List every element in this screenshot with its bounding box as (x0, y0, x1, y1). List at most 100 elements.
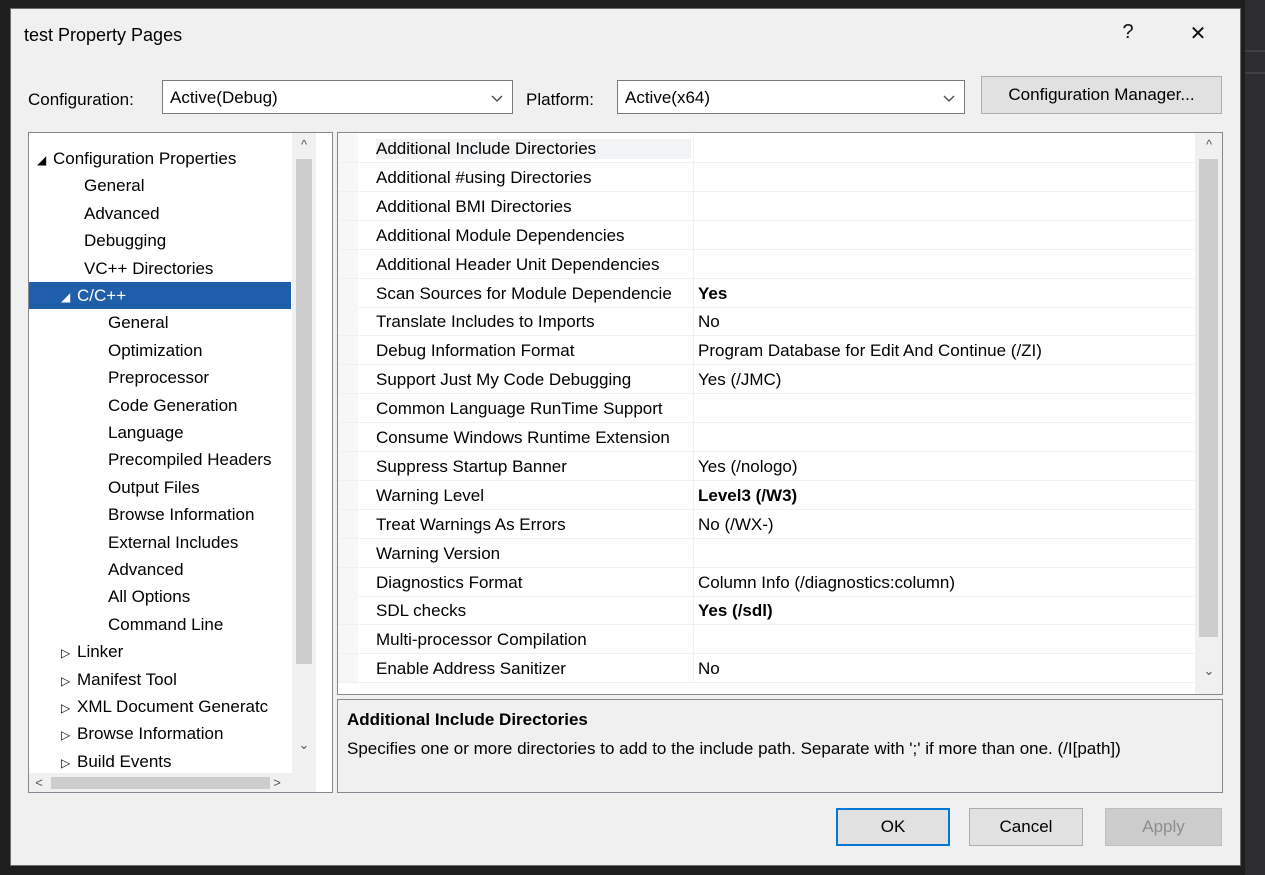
property-value[interactable]: No (698, 659, 720, 679)
column-separator[interactable] (693, 596, 694, 625)
column-separator[interactable] (693, 509, 694, 538)
expand-arrow-icon[interactable]: ▷ (61, 668, 77, 695)
collapse-arrow-icon[interactable]: ◢ (37, 147, 53, 174)
scroll-down-icon[interactable]: ⌄ (294, 737, 314, 753)
tree-item[interactable]: Code Generation (29, 392, 291, 419)
tree-item[interactable]: VC++ Directories (29, 255, 291, 282)
property-value[interactable]: Level3 (/W3) (698, 486, 797, 506)
property-row[interactable]: Consume Windows Runtime Extension (338, 423, 1195, 452)
property-row[interactable]: Additional Header Unit Dependencies (338, 249, 1195, 279)
collapse-arrow-icon[interactable]: ◢ (61, 284, 77, 311)
property-row[interactable]: Additional #using Directories (338, 162, 1195, 192)
ok-button[interactable]: OK (836, 808, 950, 846)
property-row[interactable]: Diagnostics Format Column Info (/diagnost… (338, 567, 1195, 597)
tree-item[interactable]: Browse Information (29, 501, 291, 528)
column-separator[interactable] (693, 220, 694, 249)
column-separator[interactable] (693, 394, 694, 423)
grid-vertical-scrollbar[interactable]: ^ ⌄ (1195, 133, 1222, 694)
tree-item[interactable]: ▷ Manifest Tool (29, 666, 291, 693)
property-value[interactable]: Yes (/nologo) (698, 457, 798, 477)
tree-item[interactable]: Advanced (29, 200, 291, 227)
tree-item[interactable]: Language (29, 419, 291, 446)
help-button[interactable]: ? (1113, 21, 1143, 44)
cancel-button[interactable]: Cancel (969, 808, 1083, 846)
close-button[interactable]: ✕ (1183, 21, 1213, 46)
scroll-down-icon[interactable]: ⌄ (1199, 663, 1219, 679)
tree-item[interactable]: Debugging (29, 227, 291, 254)
tree-item[interactable]: General (29, 309, 291, 336)
tree-item[interactable]: ▷ Build Events (29, 748, 291, 775)
column-separator[interactable] (693, 278, 694, 307)
tree-item[interactable]: All Options (29, 583, 291, 610)
column-separator[interactable] (693, 336, 694, 365)
property-row[interactable]: Support Just My Code Debugging Yes (/JMC) (338, 365, 1195, 395)
platform-dropdown[interactable]: Active(x64) (617, 80, 965, 114)
scroll-up-icon[interactable]: ^ (1199, 137, 1219, 152)
property-row[interactable]: Translate Includes to Imports No (338, 307, 1195, 337)
property-name: Additional BMI Directories (376, 196, 572, 216)
column-separator[interactable] (693, 365, 694, 394)
tree-item[interactable]: ▷ Browse Information (29, 720, 291, 747)
property-value[interactable]: Yes (698, 284, 727, 304)
tree-item[interactable]: Precompiled Headers (29, 446, 291, 473)
property-row[interactable]: Warning Version (338, 538, 1195, 568)
column-separator[interactable] (693, 480, 694, 509)
property-row[interactable]: Suppress Startup Banner Yes (/nologo) (338, 451, 1195, 481)
property-row[interactable]: Additional Module Dependencies (338, 220, 1195, 250)
expand-arrow-icon[interactable]: ▷ (61, 722, 77, 749)
property-row[interactable]: Treat Warnings As Errors No (/WX-) (338, 509, 1195, 539)
property-row[interactable]: Common Language RunTime Support (338, 394, 1195, 424)
column-separator[interactable] (693, 249, 694, 278)
scroll-right-icon[interactable]: > (267, 775, 287, 790)
column-separator[interactable] (693, 538, 694, 567)
tree-item[interactable]: ◢ C/C++ (29, 282, 291, 309)
property-row[interactable]: Scan Sources for Module Dependencie Yes (338, 278, 1195, 308)
tree-item[interactable]: External Includes (29, 529, 291, 556)
expand-arrow-icon[interactable]: ▷ (61, 695, 77, 722)
column-separator[interactable] (693, 191, 694, 220)
tree-item[interactable]: Command Line (29, 611, 291, 638)
property-row[interactable]: Additional BMI Directories (338, 191, 1195, 221)
expand-arrow-icon[interactable]: ▷ (61, 640, 77, 667)
tree-item[interactable]: Optimization (29, 337, 291, 364)
property-row[interactable]: SDL checks Yes (/sdl) (338, 596, 1195, 626)
scrollbar-thumb[interactable] (51, 777, 270, 789)
tree-item[interactable]: ▷ Linker (29, 638, 291, 665)
property-row[interactable]: Multi-processor Compilation (338, 625, 1195, 655)
tree-vertical-scrollbar[interactable]: ^ ⌄ (292, 133, 316, 773)
tree-item[interactable]: Advanced (29, 556, 291, 583)
column-separator[interactable] (693, 134, 694, 162)
column-separator[interactable] (693, 307, 694, 336)
column-separator[interactable] (693, 625, 694, 654)
tree-item[interactable]: ◢ Configuration Properties (29, 145, 291, 172)
column-separator[interactable] (693, 654, 694, 683)
apply-button[interactable]: Apply (1105, 808, 1222, 846)
tree-horizontal-scrollbar[interactable]: < > (29, 773, 316, 792)
property-value[interactable]: Yes (/JMC) (698, 370, 781, 390)
column-separator[interactable] (693, 423, 694, 451)
property-name: Treat Warnings As Errors (376, 514, 566, 534)
property-value[interactable]: No (/WX-) (698, 515, 774, 535)
property-value[interactable]: Program Database for Edit And Continue (… (698, 341, 1042, 361)
property-row[interactable]: Enable Address Sanitizer No (338, 654, 1195, 684)
property-value[interactable]: No (698, 312, 720, 332)
configuration-dropdown[interactable]: Active(Debug) (162, 80, 513, 114)
property-row[interactable]: Additional Include Directories (338, 134, 1195, 163)
tree-item[interactable]: Output Files (29, 474, 291, 501)
column-separator[interactable] (693, 567, 694, 596)
property-row[interactable]: Debug Information Format Program Database… (338, 336, 1195, 366)
scroll-up-icon[interactable]: ^ (294, 137, 314, 152)
column-separator[interactable] (693, 162, 694, 191)
scrollbar-thumb[interactable] (1199, 159, 1218, 637)
property-row[interactable]: Warning Level Level3 (/W3) (338, 480, 1195, 510)
configuration-manager-button[interactable]: Configuration Manager... (981, 76, 1222, 114)
tree-item[interactable]: General (29, 172, 291, 199)
property-value[interactable]: Column Info (/diagnostics:column) (698, 573, 955, 593)
scroll-left-icon[interactable]: < (29, 775, 49, 790)
scrollbar-thumb[interactable] (296, 159, 312, 664)
tree-item-label: Command Line (108, 614, 224, 634)
property-value[interactable]: Yes (/sdl) (698, 601, 773, 621)
tree-item[interactable]: ▷ XML Document Generatc (29, 693, 291, 720)
tree-item[interactable]: Preprocessor (29, 364, 291, 391)
column-separator[interactable] (693, 451, 694, 480)
